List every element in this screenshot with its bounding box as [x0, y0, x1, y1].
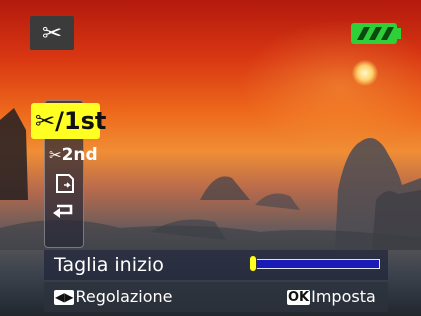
save-icon[interactable]: [49, 172, 79, 196]
scissors-icon: ✂: [49, 146, 62, 164]
cut-second-option[interactable]: ✂2nd: [49, 145, 98, 165]
trim-label: Taglia inizio: [54, 254, 164, 276]
confirm-hint: OK Imposta: [287, 284, 376, 310]
adjust-hint-text: Regolazione: [75, 287, 173, 306]
battery-full-icon: [351, 23, 401, 44]
cut-second-label: 2nd: [61, 145, 98, 165]
trim-slider-track[interactable]: [253, 259, 380, 269]
camera-screen: ✂ ✂/1st ✂2nd Taglia inizio ◀▶ Regolazione…: [0, 0, 421, 316]
left-right-button-icon: ◀▶: [54, 290, 75, 305]
scissors-icon: ✂: [35, 107, 56, 135]
return-icon[interactable]: [49, 198, 79, 222]
cut-first-option[interactable]: ✂/1st: [31, 103, 106, 139]
trim-slider-handle[interactable]: [249, 255, 257, 272]
cut-first-label: /1st: [55, 107, 107, 135]
confirm-hint-text: Imposta: [311, 287, 376, 306]
scissors-icon: ✂: [30, 16, 74, 50]
adjust-hint: ◀▶ Regolazione: [54, 284, 173, 310]
ok-button-icon: OK: [287, 290, 311, 305]
